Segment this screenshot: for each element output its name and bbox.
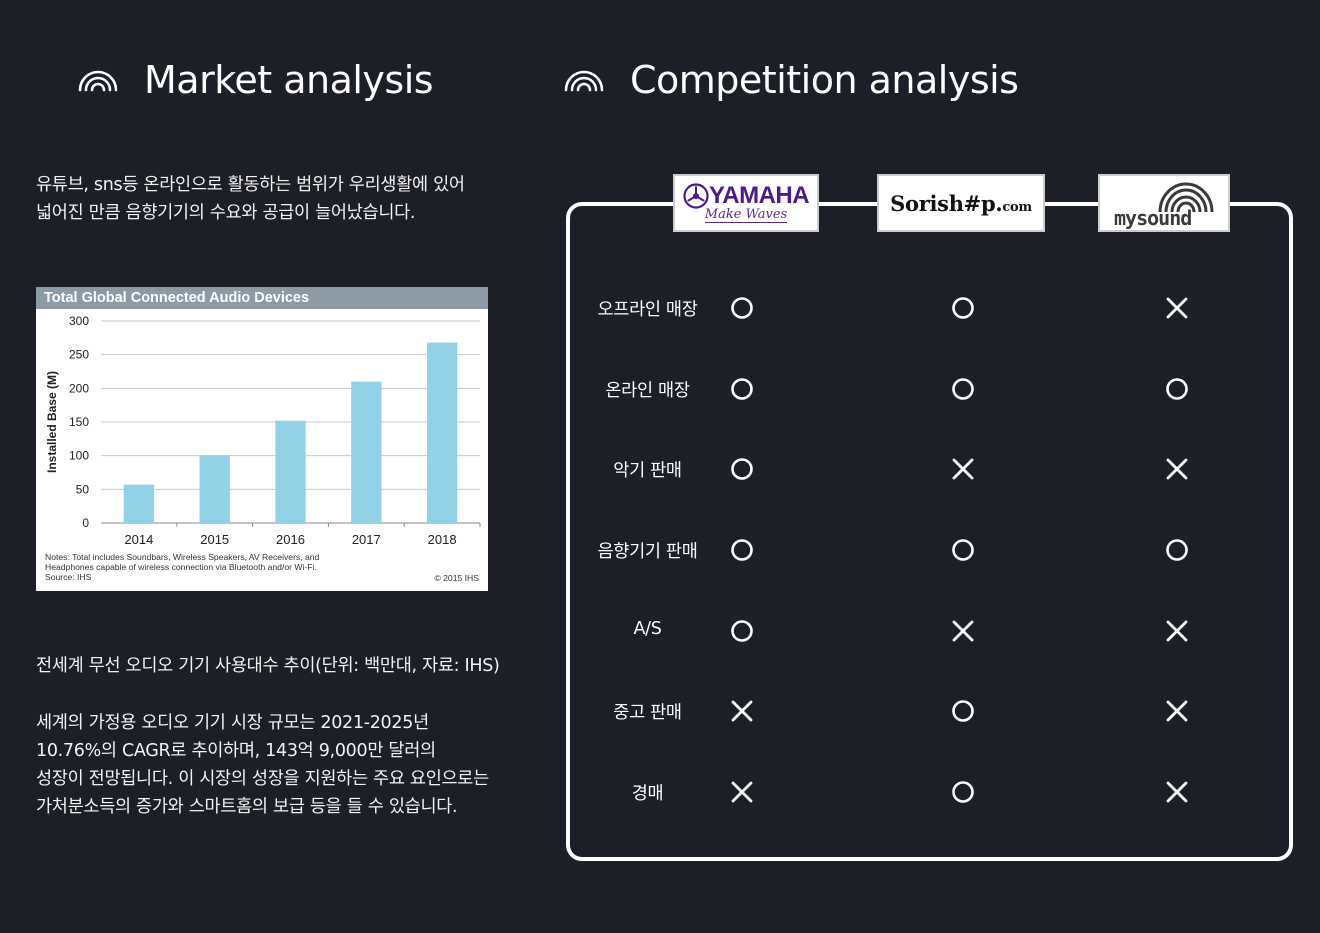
cross-mark-icon xyxy=(1166,297,1188,319)
market-summary: 세계의 가정용 오디오 기기 시장 규모는 2021-2025년 10.76%의… xyxy=(36,709,536,821)
bar-2014 xyxy=(123,484,155,523)
summary-line: 가처분소득의 증가와 스마트홈의 보급 등을 들 수 있습니다. xyxy=(36,797,458,817)
competition-analysis-heading: Competition analysis xyxy=(564,58,1019,102)
circle-mark-icon xyxy=(731,539,753,561)
row-label-online-store: 온라인 매장 xyxy=(605,381,690,401)
bar-2015 xyxy=(199,455,230,523)
connected-audio-devices-chart: Total Global Connected Audio Devices 0 50… xyxy=(36,287,488,591)
mysound-logo: mysound xyxy=(1098,174,1230,232)
circle-mark-icon xyxy=(952,700,974,722)
x-tick-label: 2014 xyxy=(124,532,153,547)
y-tick-label: 300 xyxy=(69,314,89,328)
bar-2016 xyxy=(275,420,306,523)
y-tick-label: 250 xyxy=(69,348,89,362)
x-tick-label: 2016 xyxy=(276,532,305,547)
row-label-instrument-sales: 악기 판매 xyxy=(613,461,682,481)
summary-line: 세계의 가정용 오디오 기기 시장 규모는 2021-2025년 xyxy=(36,713,429,733)
chart-notes: Notes: Total includes Soundbars, Wireles… xyxy=(45,552,345,582)
row-label-offline-store: 오프라인 매장 xyxy=(597,300,698,320)
intro-paragraph: 유튜브, sns등 온라인으로 활동하는 범위가 우리생활에 있어 넓어진 만큼… xyxy=(36,171,536,227)
x-tick-label: 2015 xyxy=(200,532,229,547)
yamaha-logo: YAMAHA Make Waves xyxy=(673,174,819,232)
sorisharp-domain-suffix: com xyxy=(1002,199,1032,215)
x-tick-label: 2017 xyxy=(352,532,381,547)
y-axis-label: Installed Base (M) xyxy=(45,371,59,473)
intro-line: 유튜브, sns등 온라인으로 활동하는 범위가 우리생활에 있어 xyxy=(36,175,465,195)
bar-2018 xyxy=(426,342,458,523)
row-label-after-service: A/S xyxy=(633,619,662,639)
chart-plot: 0 50 100 150 200 250 300 Installed Base (M) 2014… xyxy=(45,314,481,547)
cross-mark-icon xyxy=(952,458,974,480)
sound-wave-icon xyxy=(564,70,604,92)
y-tick-label: 0 xyxy=(82,516,89,530)
cross-mark-icon xyxy=(731,781,753,803)
cross-mark-icon xyxy=(731,700,753,722)
y-tick-label: 200 xyxy=(69,381,89,395)
sorisharp-logo: Sorish#p.com xyxy=(877,174,1045,232)
chart-note-line: Notes: Total includes Soundbars, Wireles… xyxy=(45,552,320,562)
cross-mark-icon xyxy=(1166,458,1188,480)
circle-mark-icon xyxy=(731,297,753,319)
tuning-fork-emblem-icon xyxy=(683,183,709,209)
chart-title: Total Global Connected Audio Devices xyxy=(36,287,488,309)
chart-caption: 전세계 무선 오디오 기기 사용대수 추이(단위: 백만대, 자료: IHS) xyxy=(36,656,500,676)
circle-mark-icon xyxy=(1166,378,1188,400)
summary-line: 10.76%의 CAGR로 추이하며, 143억 9,000만 달러의 xyxy=(36,741,436,761)
chart-note-line: Headphones capable of wireless connectio… xyxy=(45,562,317,572)
circle-mark-icon xyxy=(952,781,974,803)
sorisharp-wordmark: Sorish#p. xyxy=(890,190,1003,216)
summary-line: 성장이 전망됩니다. 이 시장의 성장을 지원하는 주요 요인으로는 xyxy=(36,769,489,789)
row-label-used-sales: 중고 판매 xyxy=(613,703,682,723)
circle-mark-icon xyxy=(952,378,974,400)
yamaha-wordmark: YAMAHA xyxy=(708,182,810,209)
chart-source: Source: IHS xyxy=(45,572,92,582)
cross-mark-icon xyxy=(1166,781,1188,803)
x-tick-label: 2018 xyxy=(428,532,457,547)
yamaha-tagline: Make Waves xyxy=(704,207,788,223)
y-tick-label: 100 xyxy=(69,449,89,463)
bar-2017 xyxy=(351,381,382,523)
circle-mark-icon xyxy=(952,539,974,561)
circle-mark-icon xyxy=(731,458,753,480)
y-tick-label: 150 xyxy=(69,415,89,429)
row-label-audio-device-sales: 음향기기 판매 xyxy=(597,542,698,562)
circle-mark-icon xyxy=(952,297,974,319)
cross-mark-icon xyxy=(952,620,974,642)
circle-mark-icon xyxy=(731,378,753,400)
circle-mark-icon xyxy=(1166,539,1188,561)
chart-copyright: © 2015 IHS xyxy=(434,573,479,583)
cross-mark-icon xyxy=(1166,700,1188,722)
intro-line: 넓어진 만큼 음향기기의 수요와 공급이 늘어났습니다. xyxy=(36,203,416,223)
sound-wave-icon xyxy=(78,70,118,92)
y-tick-label: 50 xyxy=(76,482,90,496)
circle-mark-icon xyxy=(731,620,753,642)
row-label-auction: 경매 xyxy=(631,784,664,804)
market-analysis-title: Market analysis xyxy=(144,58,434,102)
mysound-wordmark: mysound xyxy=(1114,206,1192,230)
cross-mark-icon xyxy=(1166,620,1188,642)
market-analysis-heading: Market analysis xyxy=(78,58,434,102)
competition-analysis-title: Competition analysis xyxy=(630,58,1019,102)
